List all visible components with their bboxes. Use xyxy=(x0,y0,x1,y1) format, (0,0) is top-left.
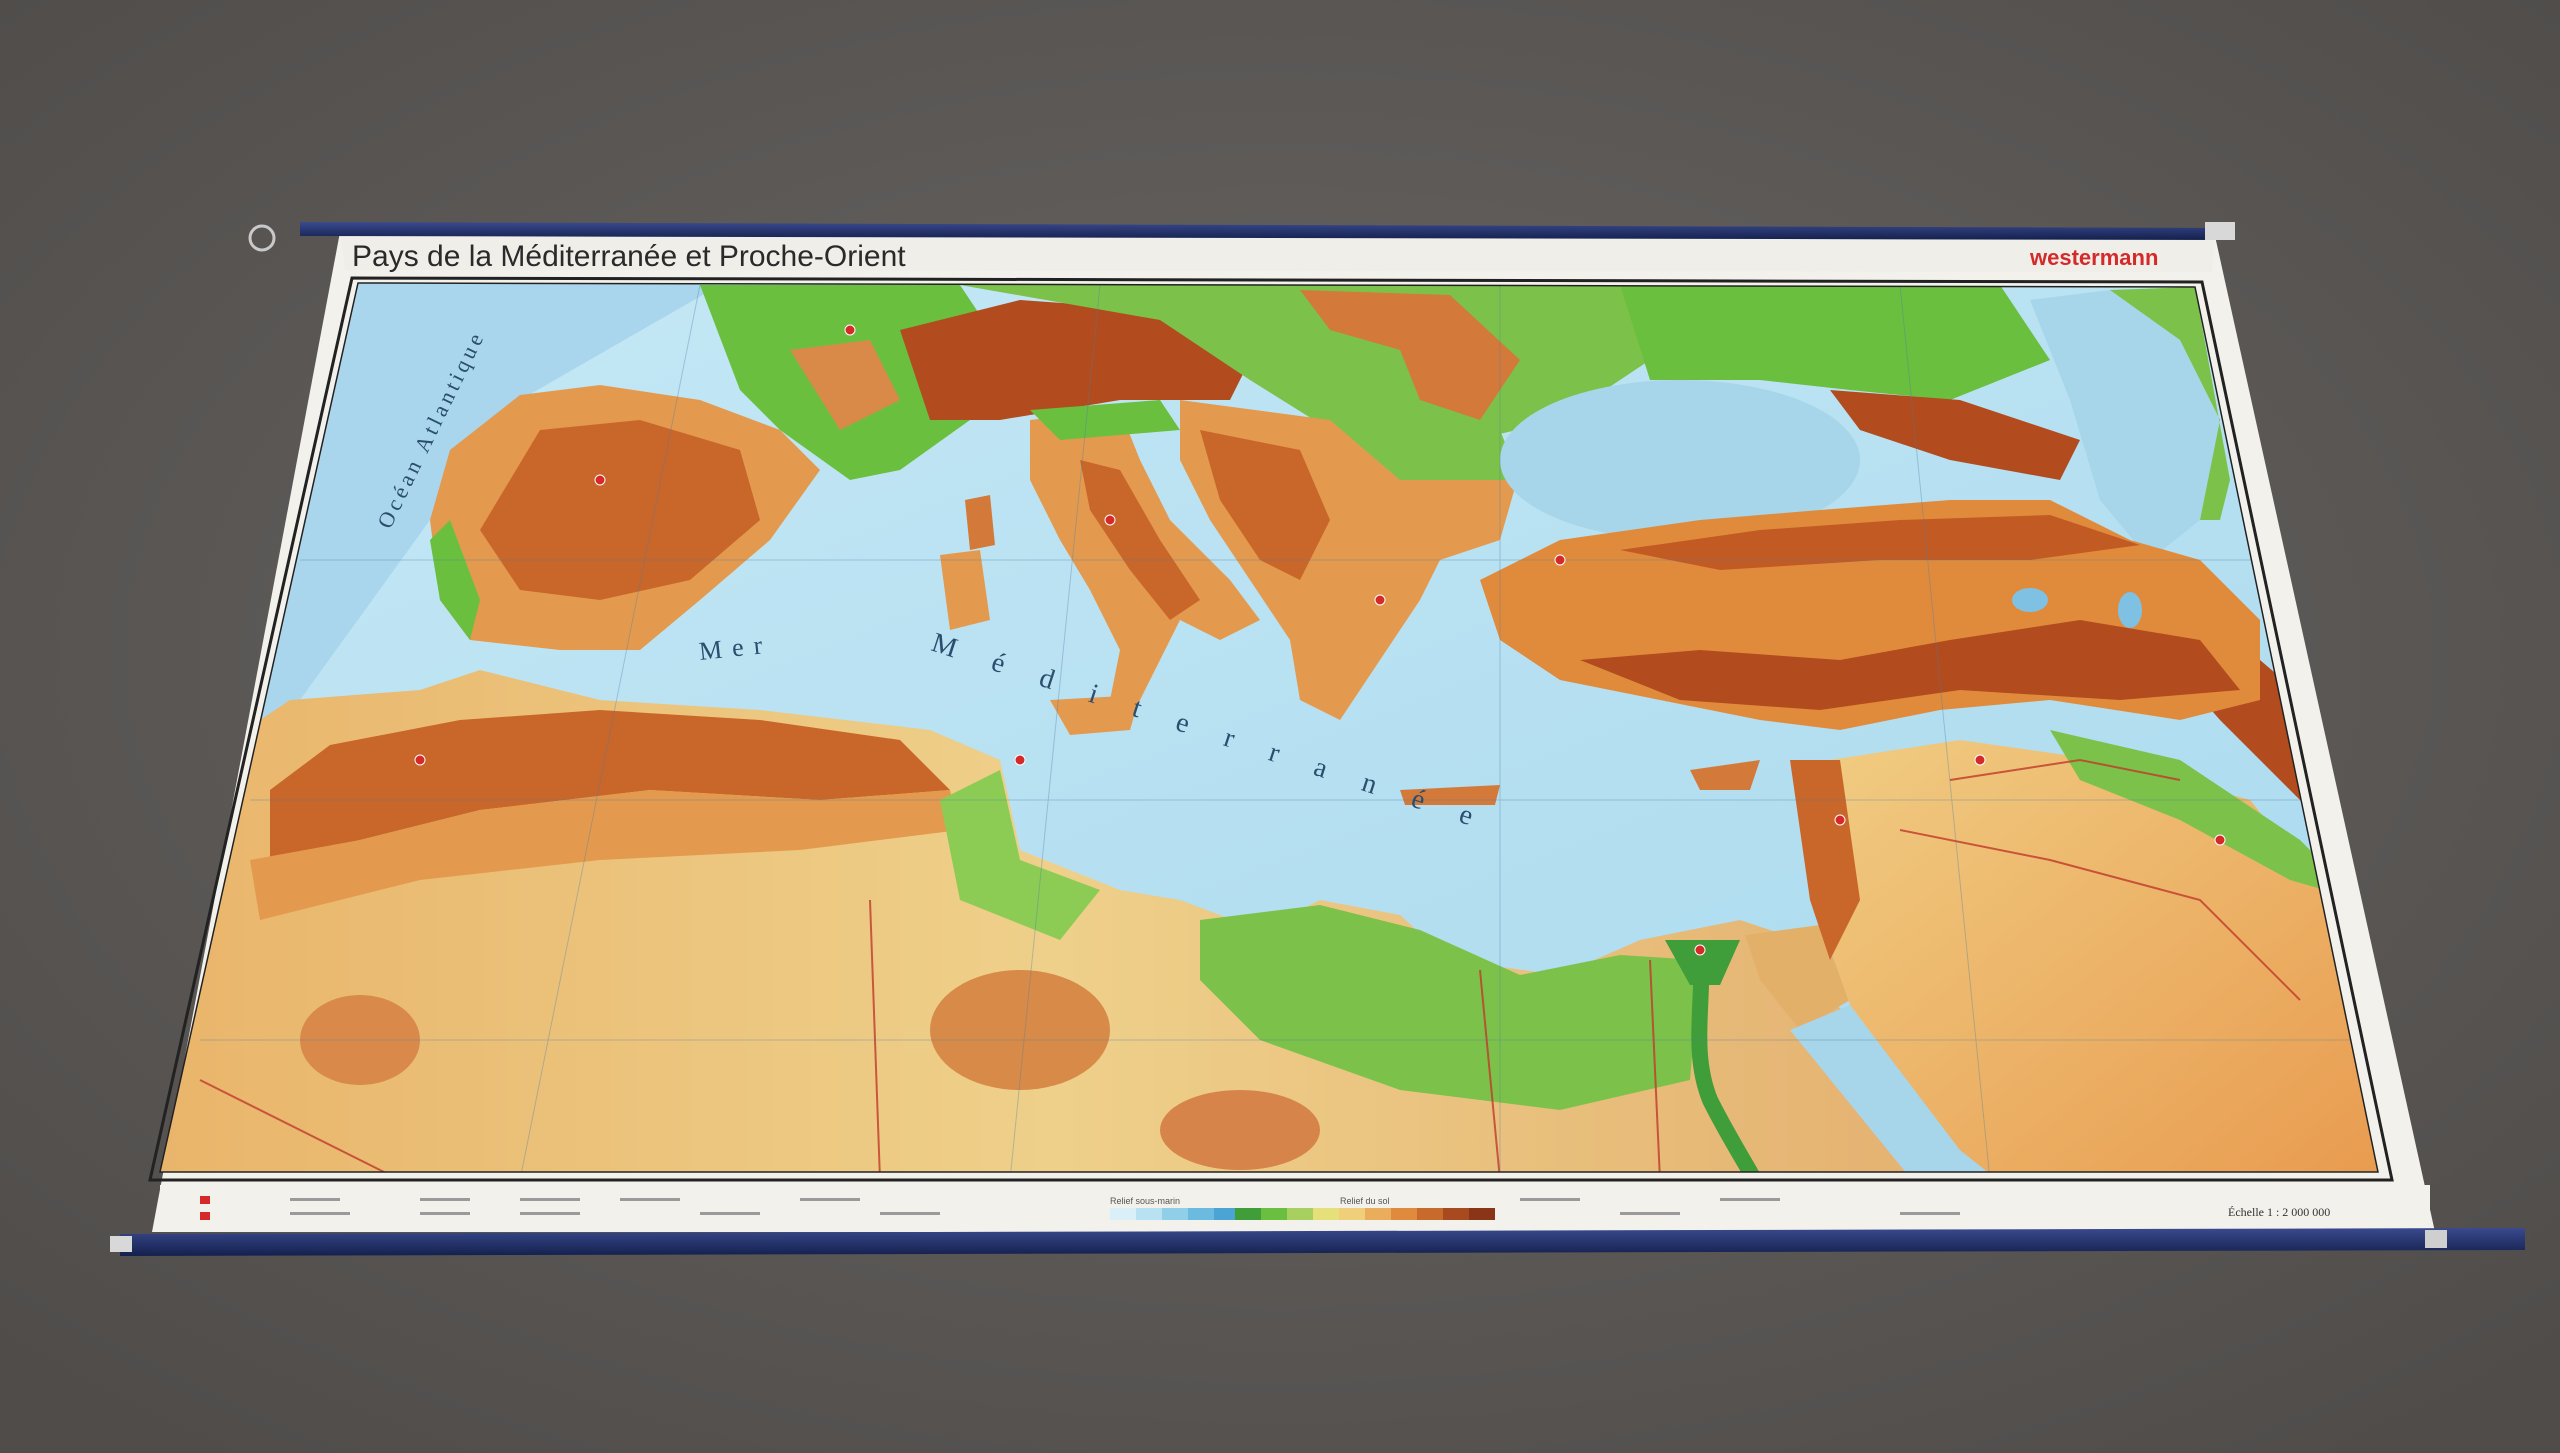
legend-swatch xyxy=(1417,1208,1443,1220)
legend-scale: Échelle 1 : 2 000 000 xyxy=(2228,1205,2330,1219)
hoggar-highlands xyxy=(930,970,1110,1090)
legend-background xyxy=(160,1185,2430,1227)
wall-map-scene: Océan Atlantique Mer Méditerranée Pays d… xyxy=(0,0,2560,1453)
corsica xyxy=(965,495,995,550)
legend-swatch xyxy=(1469,1208,1495,1220)
legend-swatch xyxy=(1313,1208,1339,1220)
map-area: Océan Atlantique Mer Méditerranée xyxy=(160,283,2378,1172)
legend-relief-sous-marin-label: Relief sous-marin xyxy=(1110,1196,1180,1206)
legend-sea-swatches xyxy=(1110,1208,1240,1220)
legend-swatch xyxy=(1261,1208,1287,1220)
legend-swatch xyxy=(1188,1208,1214,1220)
legend-swatch xyxy=(1136,1208,1162,1220)
legend-swatch xyxy=(1365,1208,1391,1220)
legend-relief-du-sol-label: Relief du sol xyxy=(1340,1196,1390,1206)
legend-swatch xyxy=(1162,1208,1188,1220)
legend-strip: Relief sous-marin Relief du sol Échelle … xyxy=(160,1185,2430,1227)
legend-swatch xyxy=(1235,1208,1261,1220)
publisher-logo: westermann xyxy=(2029,245,2158,270)
legend-swatch xyxy=(1110,1208,1136,1220)
lake-van xyxy=(2012,588,2048,612)
lake-urmia xyxy=(2118,592,2142,628)
legend-swatch xyxy=(1391,1208,1417,1220)
map-title: Pays de la Méditerranée et Proche-Orient xyxy=(352,240,906,273)
legend-swatch xyxy=(1339,1208,1365,1220)
legend-land-swatches xyxy=(1235,1208,1495,1220)
legend-swatch xyxy=(1443,1208,1469,1220)
tibesti-highlands xyxy=(1160,1090,1320,1170)
legend-swatch xyxy=(1287,1208,1313,1220)
